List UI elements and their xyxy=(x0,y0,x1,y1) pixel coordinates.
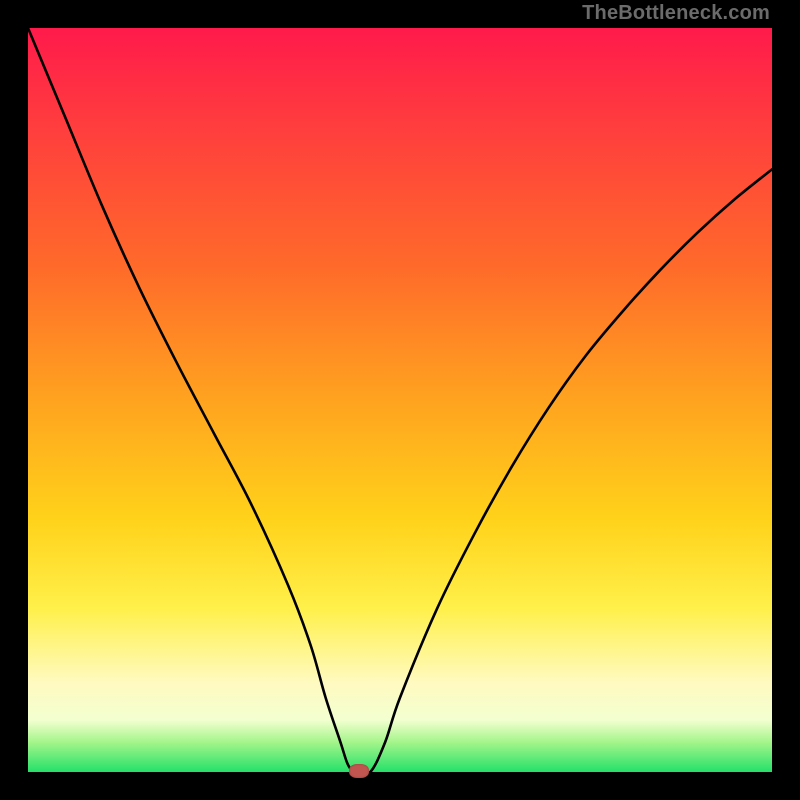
curve-path xyxy=(28,28,772,772)
chart-frame: TheBottleneck.com xyxy=(0,0,800,800)
optimal-marker xyxy=(349,764,369,778)
bottleneck-curve xyxy=(28,28,772,772)
plot-area xyxy=(28,28,772,772)
watermark-text: TheBottleneck.com xyxy=(582,2,770,25)
